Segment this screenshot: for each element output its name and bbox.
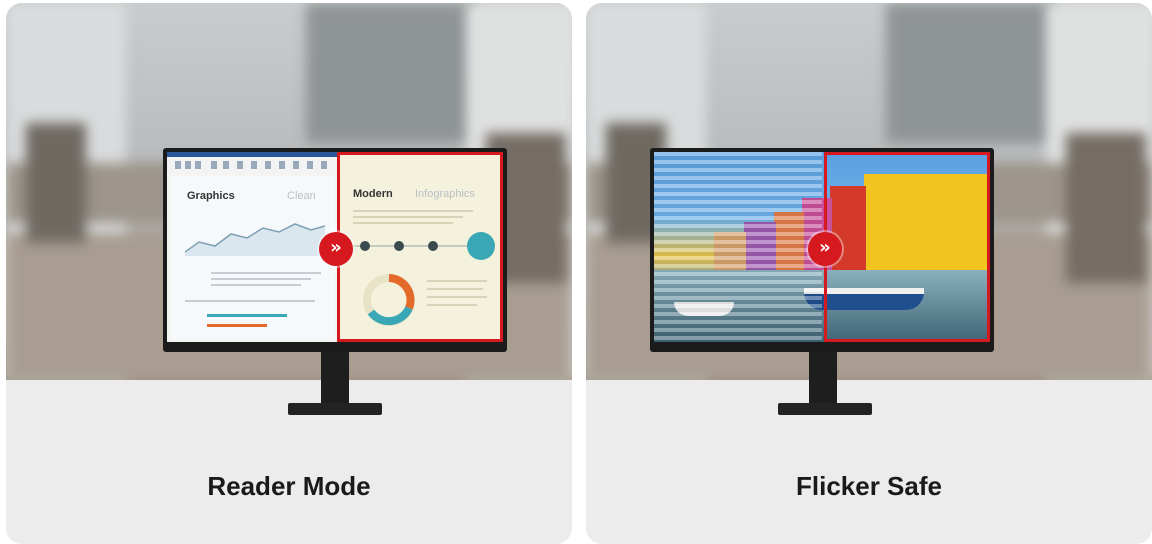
reader-mode-caption: Reader Mode bbox=[207, 471, 371, 501]
double-chevron-right-icon: » bbox=[808, 232, 842, 266]
reader-mode-card[interactable]: Graphics Clean Modern Infographics » Rea… bbox=[6, 3, 572, 544]
page: Graphics Clean Modern Infographics » Rea… bbox=[0, 0, 1152, 544]
monitor-stand-neck bbox=[321, 352, 349, 404]
document-page-left: Graphics Clean bbox=[171, 176, 335, 340]
flicker-stripes-overlay bbox=[654, 152, 822, 342]
monitor-stand-base bbox=[778, 403, 872, 415]
reader-mode-highlight-frame bbox=[337, 152, 503, 342]
monitor-stand-base bbox=[288, 403, 382, 415]
line-chart-graphic bbox=[185, 223, 325, 256]
clean-subheading: Clean bbox=[287, 190, 316, 202]
flicker-safe-card[interactable]: » Flicker Safe bbox=[586, 3, 1152, 544]
graphics-heading: Graphics bbox=[187, 190, 235, 202]
double-chevron-right-icon: » bbox=[319, 232, 353, 266]
monitor-stand-neck bbox=[809, 352, 837, 404]
flicker-safe-highlight-frame bbox=[824, 152, 990, 342]
flicker-safe-caption: Flicker Safe bbox=[796, 471, 942, 501]
